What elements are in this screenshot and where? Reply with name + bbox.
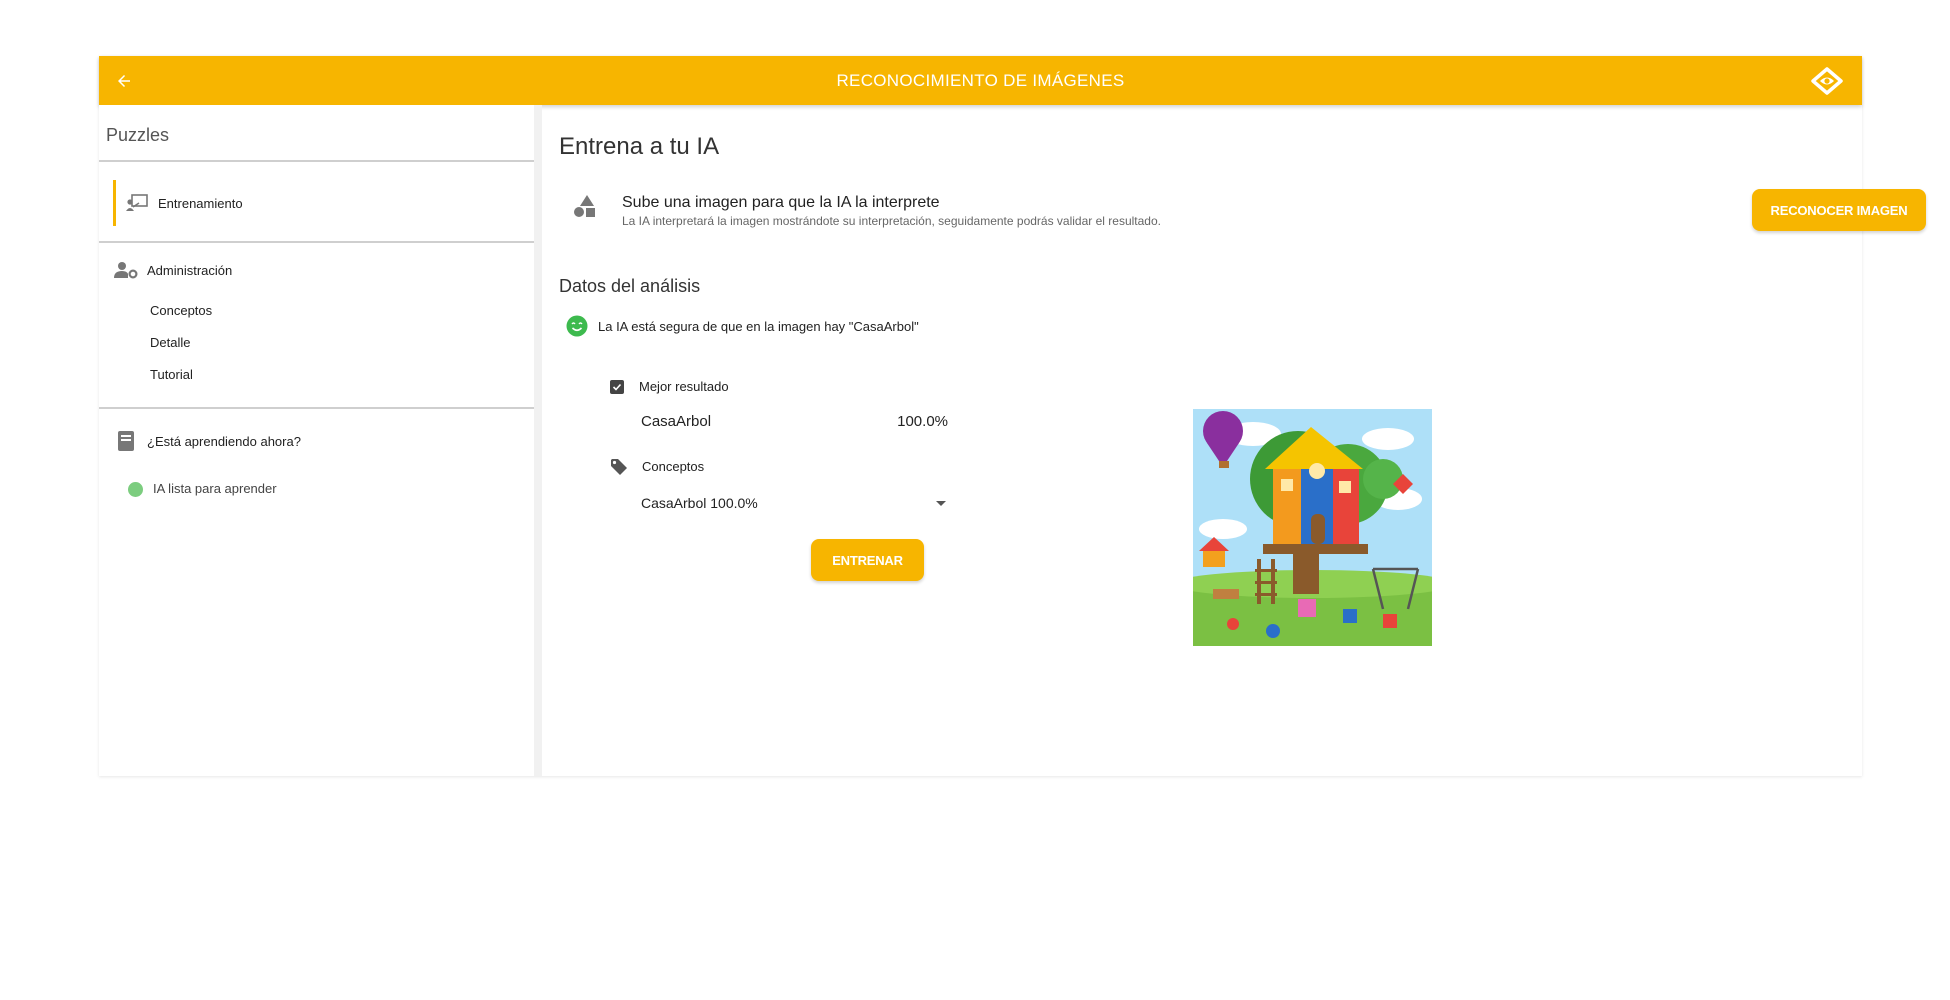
top-bar: RECONOCIMIENTO DE IMÁGENES <box>99 56 1862 105</box>
train-button[interactable]: ENTRENAR <box>811 539 924 581</box>
best-result-name: CasaArbol <box>641 413 712 430</box>
sidebar-subitem-concepts[interactable]: Conceptos <box>150 303 212 318</box>
divider <box>99 160 534 162</box>
sidebar-item-administration[interactable]: Administración <box>113 260 232 280</box>
sidebar-subitem-tutorial[interactable]: Tutorial <box>150 367 193 382</box>
analysis-title: Datos del análisis <box>559 276 701 296</box>
main-title: Entrena a tu IA <box>559 133 720 160</box>
ai-confidence-message: La IA está segura de que en la imagen ha… <box>598 319 919 334</box>
status-text: IA lista para aprender <box>153 481 277 496</box>
treehouse-illustration <box>1193 409 1432 646</box>
active-indicator <box>113 180 116 226</box>
concepts-select[interactable]: CasaArbol 100.0% <box>641 489 956 517</box>
sidebar-item-learning[interactable]: ¿Está aprendiendo ahora? <box>113 430 301 452</box>
panel-divider <box>534 105 542 776</box>
divider <box>99 241 534 243</box>
best-result-value: 100.0% <box>897 413 948 430</box>
sidebar-item-administration-label: Administración <box>147 262 233 278</box>
book-icon <box>113 430 139 452</box>
main-panel: Entrena a tu IA Sube una imagen para que… <box>542 105 1926 776</box>
tag-icon <box>610 458 628 476</box>
sidebar-subitem-detail[interactable]: Detalle <box>150 335 190 350</box>
app-window: RECONOCIMIENTO DE IMÁGENES Puzzles Entre <box>99 56 1926 776</box>
sidebar-item-learning-label: ¿Está aprendiendo ahora? <box>147 433 301 449</box>
chevron-down-icon <box>936 500 946 506</box>
shapes-icon <box>572 193 598 219</box>
sidebar-item-training-label: Entrenamiento <box>158 195 243 211</box>
page-title: RECONOCIMIENTO DE IMÁGENES <box>836 71 1125 90</box>
best-result-checkbox[interactable] <box>610 380 624 394</box>
smile-icon <box>566 315 588 337</box>
concepts-select-value: CasaArbol 100.0% <box>641 495 758 511</box>
sidebar: Puzzles Entrenamiento Administración Con… <box>99 105 534 776</box>
sidebar-section-title: Puzzles <box>106 125 170 145</box>
best-result-label: Mejor resultado <box>639 379 729 394</box>
user-settings-icon <box>113 260 139 280</box>
upload-subtitle: La IA interpretará la imagen mostrándote… <box>622 214 1161 228</box>
diamond-eye-logo-icon[interactable] <box>1810 66 1844 96</box>
status-dot <box>128 482 143 497</box>
training-board-icon <box>124 193 150 213</box>
upload-title: Sube una imagen para que la IA la interp… <box>622 194 940 211</box>
recognize-image-button[interactable]: RECONOCER IMAGEN <box>1752 189 1926 231</box>
divider <box>99 407 534 409</box>
sidebar-item-training[interactable]: Entrenamiento <box>124 193 243 213</box>
concepts-label: Conceptos <box>642 459 705 474</box>
